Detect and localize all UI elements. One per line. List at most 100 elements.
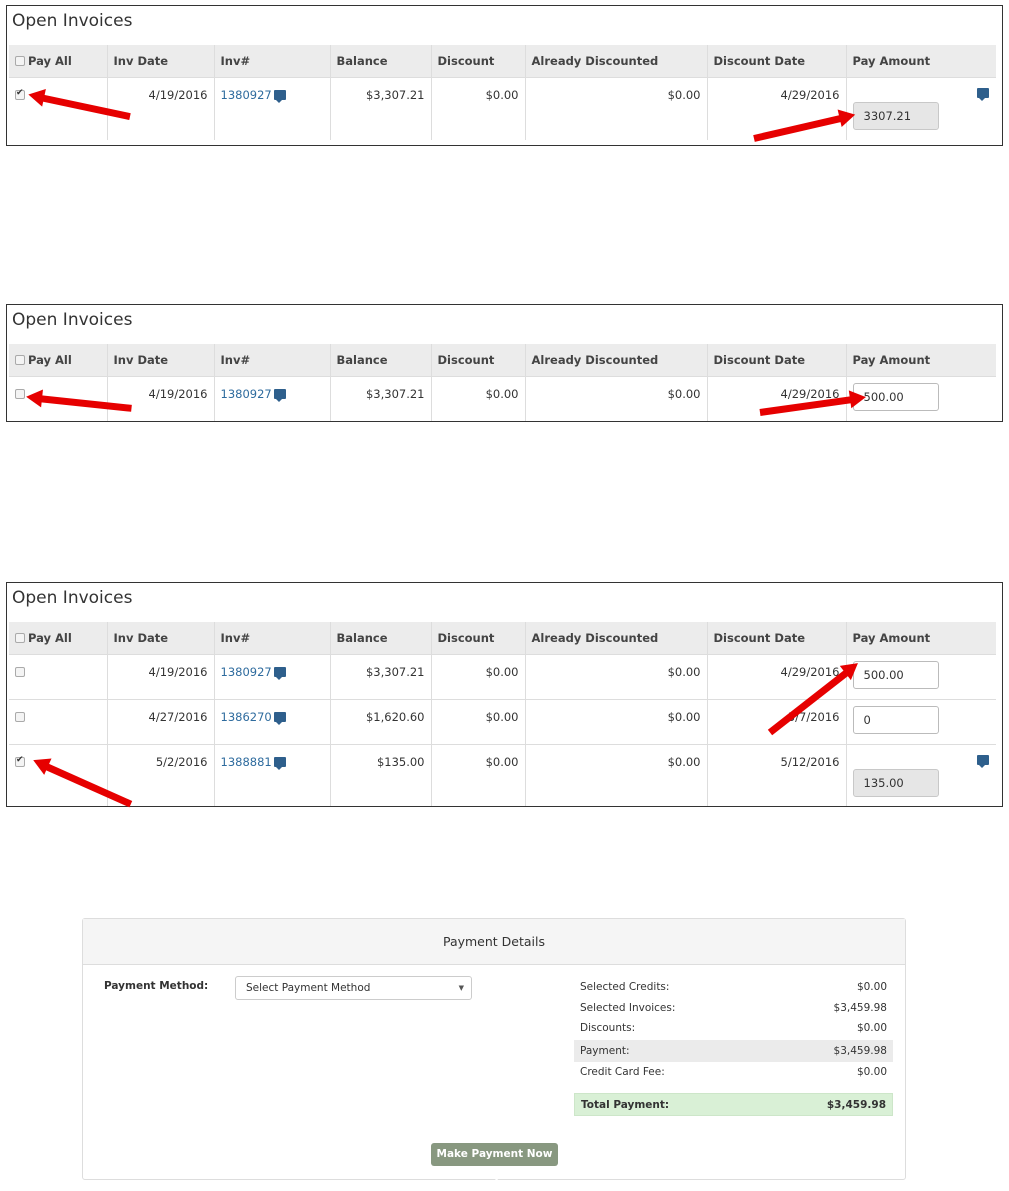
already-discounted-header[interactable]: Already Discounted bbox=[524, 344, 707, 376]
total-payment-label: Total Payment: bbox=[581, 1098, 670, 1111]
table-header-row: Pay All Inv Date Inv# Balance Discount A… bbox=[9, 622, 996, 654]
balance-header[interactable]: Balance bbox=[329, 344, 431, 376]
invoices-table: Pay All Inv Date Inv# Balance Discount A… bbox=[9, 622, 996, 806]
inv-num-cell: 1380927 bbox=[213, 375, 330, 421]
already-discounted-header[interactable]: Already Discounted bbox=[524, 45, 707, 77]
comment-icon[interactable] bbox=[273, 712, 286, 725]
comment-icon[interactable] bbox=[273, 757, 286, 770]
payment-method-select[interactable]: Select Payment Method ▼ bbox=[235, 976, 472, 1000]
inv-date-cell: 4/19/2016 bbox=[106, 375, 214, 421]
pay-all-checkbox[interactable] bbox=[15, 56, 25, 67]
dropdown-caret-icon: ▼ bbox=[458, 984, 464, 992]
pay-amount-header[interactable]: Pay Amount bbox=[845, 45, 996, 77]
invoice-link[interactable]: 1388881 bbox=[221, 755, 272, 769]
credit-card-fee-label: Credit Card Fee: bbox=[580, 1065, 665, 1078]
row-checkbox[interactable] bbox=[15, 88, 25, 100]
discount-cell: $0.00 bbox=[430, 698, 525, 744]
pay-amount-input[interactable]: 135.00 bbox=[852, 768, 939, 797]
inv-num-cell: 1386270 bbox=[213, 698, 330, 744]
credit-card-fee-row: Credit Card Fee: $0.00 bbox=[574, 1062, 893, 1083]
pay-all-header[interactable]: Pay All bbox=[9, 622, 107, 654]
row-checkbox-cell bbox=[9, 653, 107, 699]
invoice-link[interactable]: 1386270 bbox=[221, 710, 272, 724]
table-header-row: Pay All Inv Date Inv# Balance Discount A… bbox=[9, 45, 996, 77]
pay-amount-input[interactable]: 0 bbox=[852, 705, 939, 734]
payment-label: Payment: bbox=[580, 1044, 630, 1057]
pay-amount-header[interactable]: Pay Amount bbox=[845, 344, 996, 376]
inv-num-header[interactable]: Inv# bbox=[213, 45, 330, 77]
open-invoices-panel-3: Open Invoices Pay All Inv Date Inv# Bala… bbox=[6, 582, 1003, 807]
payment-details-panel: Payment Details Payment Method: Select P… bbox=[82, 918, 906, 1183]
pay-all-checkbox[interactable] bbox=[15, 633, 25, 644]
invoice-link[interactable]: 1380927 bbox=[221, 88, 272, 102]
discount-date-header[interactable]: Discount Date bbox=[706, 344, 846, 376]
selected-invoices-row: Selected Invoices: $3,459.98 bbox=[574, 998, 893, 1019]
comment-icon[interactable] bbox=[273, 389, 286, 402]
row-checkbox[interactable] bbox=[15, 389, 25, 399]
row-checkbox[interactable] bbox=[15, 755, 25, 767]
discount-header[interactable]: Discount bbox=[430, 622, 525, 654]
discount-cell: $0.00 bbox=[430, 76, 525, 140]
payment-method-label: Payment Method: bbox=[104, 980, 209, 992]
pay-all-header[interactable]: Pay All bbox=[9, 45, 107, 77]
balance-cell: $3,307.21 bbox=[329, 76, 431, 140]
already-discounted-header[interactable]: Already Discounted bbox=[524, 622, 707, 654]
comment-icon[interactable] bbox=[977, 87, 989, 101]
make-payment-button[interactable]: Make Payment Now ❯ bbox=[431, 1143, 558, 1183]
discount-date-header[interactable]: Discount Date bbox=[706, 622, 846, 654]
table-row: 5/2/2016 1388881 $135.00 $0.00 $0.00 5/1… bbox=[9, 743, 996, 806]
invoice-link[interactable]: 1380927 bbox=[221, 387, 272, 401]
credit-card-fee-value: $0.00 bbox=[856, 1065, 887, 1078]
discounts-label: Discounts: bbox=[580, 1022, 636, 1035]
discount-cell: $0.00 bbox=[430, 743, 525, 806]
already-discounted-cell: $0.00 bbox=[524, 653, 707, 699]
payment-summary: Selected Credits: $0.00 Selected Invoice… bbox=[574, 977, 893, 1116]
invoice-link[interactable]: 1380927 bbox=[221, 665, 272, 679]
panel-title: Open Invoices bbox=[12, 11, 133, 31]
discount-header[interactable]: Discount bbox=[430, 344, 525, 376]
pay-amount-input[interactable]: 3307.21 bbox=[852, 101, 939, 130]
pay-all-header[interactable]: Pay All bbox=[9, 344, 107, 376]
balance-cell: $1,620.60 bbox=[329, 698, 431, 744]
inv-date-cell: 4/19/2016 bbox=[106, 76, 214, 140]
balance-cell: $3,307.21 bbox=[329, 375, 431, 421]
pay-amount-input[interactable]: 500.00 bbox=[852, 660, 939, 689]
inv-date-header[interactable]: Inv Date bbox=[106, 622, 214, 654]
already-discounted-cell: $0.00 bbox=[524, 698, 707, 744]
row-checkbox-cell bbox=[9, 698, 107, 744]
payment-method-value: Select Payment Method bbox=[246, 982, 371, 994]
make-payment-label: Make Payment Now bbox=[436, 1148, 553, 1160]
selected-invoices-value: $3,459.98 bbox=[833, 1001, 887, 1014]
selected-invoices-label: Selected Invoices: bbox=[580, 1001, 676, 1014]
pay-all-label: Pay All bbox=[28, 630, 72, 645]
balance-cell: $3,307.21 bbox=[329, 653, 431, 699]
selected-credits-row: Selected Credits: $0.00 bbox=[574, 977, 893, 998]
already-discounted-cell: $0.00 bbox=[524, 743, 707, 806]
pay-all-checkbox[interactable] bbox=[15, 355, 25, 366]
invoices-table: Pay All Inv Date Inv# Balance Discount A… bbox=[9, 344, 996, 421]
discount-date-header[interactable]: Discount Date bbox=[706, 45, 846, 77]
comment-icon[interactable] bbox=[273, 90, 286, 103]
inv-date-header[interactable]: Inv Date bbox=[106, 45, 214, 77]
row-checkbox[interactable] bbox=[15, 667, 25, 677]
total-payment-row: Total Payment: $3,459.98 bbox=[574, 1093, 893, 1116]
balance-header[interactable]: Balance bbox=[329, 45, 431, 77]
discount-header[interactable]: Discount bbox=[430, 45, 525, 77]
inv-num-header[interactable]: Inv# bbox=[213, 622, 330, 654]
comment-icon[interactable] bbox=[273, 667, 286, 680]
discount-date-cell: 5/12/2016 bbox=[706, 743, 846, 806]
row-checkbox[interactable] bbox=[15, 712, 25, 722]
inv-num-cell: 1388881 bbox=[213, 743, 330, 806]
payment-details-title: Payment Details bbox=[83, 919, 905, 965]
inv-num-header[interactable]: Inv# bbox=[213, 344, 330, 376]
balance-header[interactable]: Balance bbox=[329, 622, 431, 654]
open-invoices-panel-1: Open Invoices Pay All Inv Date Inv# Bala… bbox=[6, 5, 1003, 146]
discount-cell: $0.00 bbox=[430, 375, 525, 421]
pay-amount-header[interactable]: Pay Amount bbox=[845, 622, 996, 654]
panel-title: Open Invoices bbox=[12, 310, 133, 330]
invoices-table: Pay All Inv Date Inv# Balance Discount A… bbox=[9, 45, 996, 140]
total-payment-value: $3,459.98 bbox=[826, 1098, 886, 1111]
inv-date-header[interactable]: Inv Date bbox=[106, 344, 214, 376]
comment-icon[interactable] bbox=[977, 754, 989, 768]
selected-credits-label: Selected Credits: bbox=[580, 981, 670, 994]
